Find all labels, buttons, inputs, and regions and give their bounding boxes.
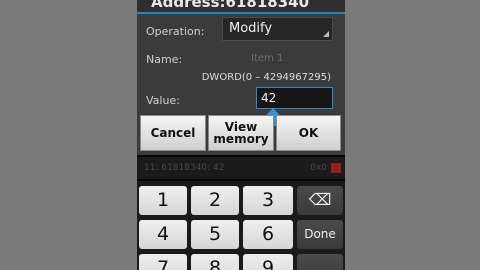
phone-screen: Address:61818340 Operation: Modify Name:…: [137, 0, 345, 270]
dropdown-corner-icon: [323, 31, 329, 37]
operation-label: Operation:: [146, 25, 205, 38]
key-3[interactable]: 3: [243, 186, 293, 215]
cancel-button[interactable]: Cancel: [140, 115, 206, 151]
name-field[interactable]: Item 1: [251, 53, 283, 64]
key-5[interactable]: 5: [191, 220, 239, 249]
backspace-key[interactable]: ⌫: [297, 186, 343, 215]
done-key[interactable]: Done: [297, 220, 343, 249]
view-memory-label-line2: memory: [213, 132, 269, 146]
delete-icon: [331, 163, 341, 173]
key-7[interactable]: 7: [139, 254, 187, 270]
operation-select[interactable]: Modify: [222, 17, 333, 41]
key-8[interactable]: 8: [191, 254, 239, 270]
key-9[interactable]: 9: [243, 254, 293, 270]
edit-value-dialog: Address:61818340 Operation: Modify Name:…: [137, 0, 345, 155]
name-label: Name:: [146, 53, 183, 66]
value-label: Value:: [146, 94, 180, 107]
background-list-row: 11: 61818340: 42 0x0: [137, 157, 345, 179]
value-input[interactable]: 42: [256, 87, 333, 109]
value-range-hint: DWORD(0 – 4294967295): [201, 72, 331, 83]
cancel-label: Cancel: [150, 126, 196, 140]
numeric-keyboard: 1 2 3 ⌫ 4 5 6 Done 7 8 9 ,: [137, 181, 345, 270]
ok-label: OK: [298, 126, 319, 140]
ok-button[interactable]: OK: [276, 115, 341, 151]
dialog-title: Address:61818340: [137, 0, 345, 14]
key-4[interactable]: 4: [139, 220, 187, 249]
background-row-text: 11: 61818340: 42: [144, 163, 225, 173]
operation-select-value: Modify: [229, 21, 273, 36]
comma-key[interactable]: ,: [297, 254, 343, 270]
key-2[interactable]: 2: [191, 186, 239, 215]
view-memory-button[interactable]: View memory: [208, 115, 274, 151]
key-6[interactable]: 6: [243, 220, 293, 249]
key-1[interactable]: 1: [139, 186, 187, 215]
background-row-type: 0x0: [310, 163, 327, 173]
